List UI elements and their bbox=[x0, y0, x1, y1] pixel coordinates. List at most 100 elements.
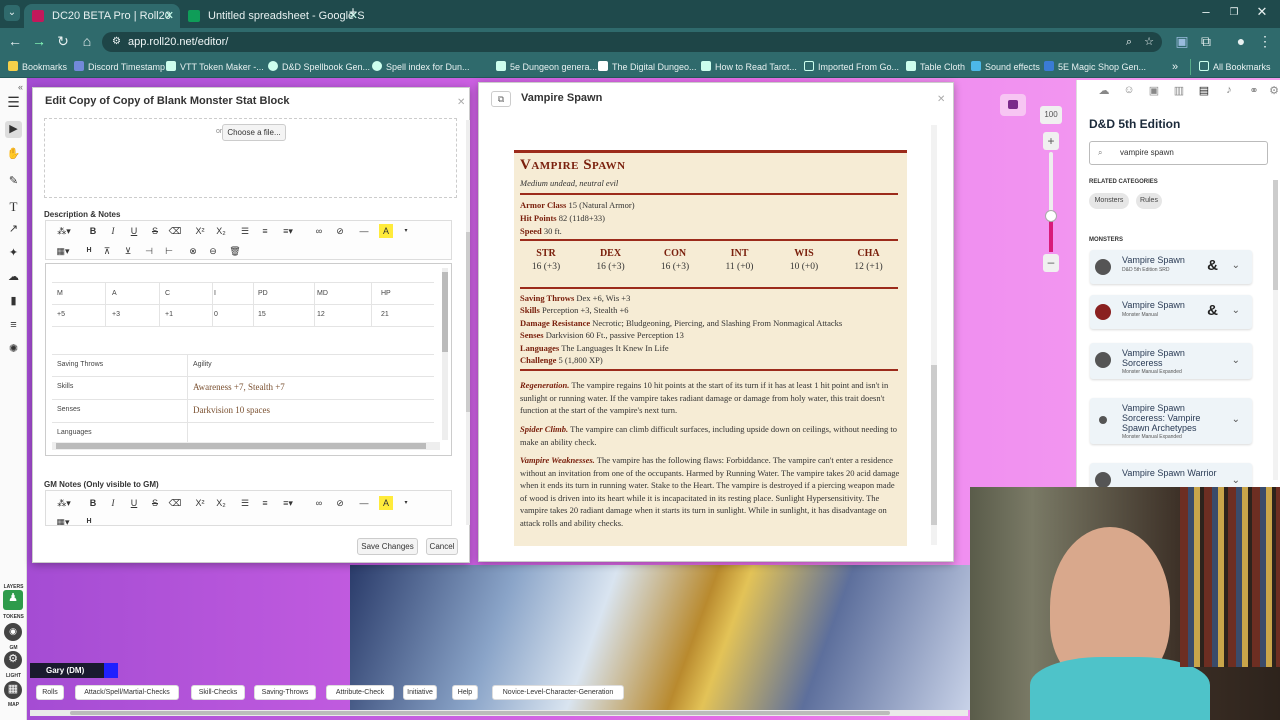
link-icon[interactable]: ∞ bbox=[312, 496, 326, 510]
macro-button[interactable]: Help bbox=[452, 685, 478, 700]
highlight-color-icon[interactable]: A bbox=[379, 224, 393, 238]
bookmark-table-cloth[interactable]: Table Cloth bbox=[906, 59, 965, 75]
bookmarks-overflow-icon[interactable]: » bbox=[1172, 59, 1178, 75]
quick-tool-bubble[interactable] bbox=[1000, 94, 1026, 116]
editor-vertical-scrollbar[interactable] bbox=[442, 268, 448, 440]
numbered-list-icon[interactable]: ≡ bbox=[258, 496, 272, 510]
delete-col-icon[interactable]: ⊗ bbox=[186, 244, 200, 258]
bookmark-all[interactable]: All Bookmarks bbox=[1190, 59, 1271, 75]
magic-wand-icon[interactable]: ⁂▾ bbox=[54, 496, 74, 510]
align-dropdown-icon[interactable]: ≡▾ bbox=[278, 224, 298, 238]
jukebox-icon[interactable]: ♪ bbox=[1222, 84, 1236, 98]
torch-icon[interactable]: ▮ bbox=[5, 293, 22, 310]
monster-card[interactable]: Vampire Spawn Monster Manual & ⌄ bbox=[1090, 295, 1252, 329]
zoom-in-button[interactable]: + bbox=[1043, 132, 1059, 150]
extension-icon[interactable]: ▣ bbox=[1173, 33, 1191, 50]
player-color-swatch[interactable] bbox=[104, 663, 118, 678]
zoom-slider-handle[interactable] bbox=[1045, 210, 1057, 222]
menu-kebab-icon[interactable]: ⋮ bbox=[1256, 33, 1274, 50]
pan-hand-icon[interactable]: ✋ bbox=[5, 146, 22, 163]
character-icon[interactable]: ☺ bbox=[1122, 84, 1136, 98]
underline-button[interactable]: U bbox=[127, 224, 141, 238]
subscript-button[interactable]: X₂ bbox=[214, 224, 228, 238]
bold-button[interactable]: B bbox=[86, 496, 100, 510]
chevron-down-icon[interactable]: ⌄ bbox=[1232, 475, 1240, 486]
fx-icon[interactable]: ✦ bbox=[5, 245, 22, 262]
align-dropdown-icon[interactable]: ≡▾ bbox=[278, 496, 298, 510]
table-icon[interactable]: ▦▾ bbox=[54, 515, 72, 525]
bookmark-spellbook-gen[interactable]: D&D Spellbook Gen... bbox=[268, 59, 370, 75]
bookmark-digital-dungeon[interactable]: The Digital Dungeo... bbox=[598, 59, 697, 75]
chevron-down-icon[interactable]: ⌄ bbox=[1232, 355, 1240, 366]
category-pill-monsters[interactable]: Monsters bbox=[1089, 193, 1129, 209]
delete-row-icon[interactable]: ⊖ bbox=[206, 244, 220, 258]
heading-icon[interactable]: H bbox=[82, 515, 96, 525]
bookmark-sound-effects[interactable]: Sound effects bbox=[971, 59, 1040, 75]
tab-roll20[interactable]: DC20 BETA Pro | Roll20 ✕ bbox=[24, 4, 180, 28]
chevron-down-icon[interactable]: ⌄ bbox=[1232, 305, 1240, 316]
bookmark-tarot[interactable]: How to Read Tarot... bbox=[701, 59, 797, 75]
compendium-icon[interactable]: ▤ bbox=[1197, 84, 1211, 98]
reload-icon[interactable]: ↻ bbox=[54, 33, 72, 50]
numbered-list-icon[interactable]: ≡ bbox=[258, 224, 272, 238]
zoom-out-button[interactable]: – bbox=[1043, 254, 1059, 272]
address-bar[interactable]: ⚙ app.roll20.net/editor/ ⌕ ☆ bbox=[102, 32, 1162, 52]
color-dropdown-icon[interactable]: ▾ bbox=[399, 224, 413, 238]
ruler-icon[interactable]: ↗ bbox=[5, 221, 22, 238]
zoom-slider-track[interactable] bbox=[1049, 152, 1053, 252]
italic-button[interactable]: I bbox=[106, 224, 120, 238]
strikethrough-button[interactable]: S bbox=[148, 224, 162, 238]
macro-button[interactable]: Attack/Spell/Martial-Checks bbox=[75, 685, 179, 700]
collapse-toolbar-icon[interactable]: « bbox=[18, 82, 23, 92]
color-dropdown-icon[interactable]: ▾ bbox=[399, 496, 413, 510]
superscript-button[interactable]: X² bbox=[193, 496, 207, 510]
monster-card[interactable]: Vampire Spawn Sorceress: Vampire Spawn A… bbox=[1090, 398, 1252, 444]
new-tab-button[interactable]: + bbox=[343, 4, 363, 21]
bookmark-folder-imported[interactable]: Imported From Go... bbox=[804, 59, 899, 75]
magic-wand-icon[interactable]: ⁂▾ bbox=[54, 224, 74, 238]
dice-icon[interactable]: ✺ bbox=[5, 341, 22, 358]
zoom-level[interactable]: 100 bbox=[1040, 106, 1062, 124]
forward-icon[interactable]: → bbox=[30, 33, 48, 49]
close-handout-icon[interactable]: ✕ bbox=[937, 94, 945, 105]
bookmark-dungeon-gen[interactable]: 5e Dungeon genera... bbox=[496, 59, 597, 75]
text-tool-icon[interactable]: T bbox=[5, 198, 22, 215]
bold-button[interactable]: B bbox=[86, 224, 100, 238]
macro-button[interactable]: Initiative bbox=[403, 685, 437, 700]
canvas-horizontal-scrollbar[interactable] bbox=[30, 710, 968, 716]
bookmark-vtt-token-maker[interactable]: VTT Token Maker -... bbox=[166, 59, 264, 75]
profile-avatar[interactable]: ● bbox=[1232, 33, 1250, 49]
superscript-button[interactable]: X² bbox=[193, 224, 207, 238]
delete-table-icon[interactable]: 🗑 bbox=[228, 244, 242, 258]
maximize-button[interactable]: ❐ bbox=[1224, 7, 1244, 18]
chevron-down-icon[interactable]: ⌄ bbox=[1232, 260, 1240, 271]
description-editor[interactable]: M A C I PD MD HP +5 +3 +1 0 15 12 21 Sav… bbox=[45, 263, 452, 456]
subscript-button[interactable]: X₂ bbox=[214, 496, 228, 510]
unlink-icon[interactable]: ⊘ bbox=[333, 224, 347, 238]
save-changes-button[interactable]: Save Changes bbox=[357, 538, 418, 555]
extensions-puzzle-icon[interactable]: ⧉ bbox=[1197, 33, 1215, 50]
lighting-layer-icon[interactable]: ⚙ bbox=[4, 651, 22, 669]
close-tab-icon[interactable]: ✕ bbox=[165, 4, 174, 28]
collection-icon[interactable]: ⚭ bbox=[1247, 84, 1261, 98]
compendium-scrollbar[interactable] bbox=[1273, 180, 1278, 480]
bookmark-magic-shop[interactable]: 5E Magic Shop Gen... bbox=[1044, 59, 1146, 75]
editor-horizontal-scrollbar[interactable] bbox=[52, 442, 440, 450]
handout-scrollbar[interactable] bbox=[931, 125, 937, 545]
gm-layer-icon[interactable]: ◉ bbox=[4, 623, 22, 641]
underline-button[interactable]: U bbox=[127, 496, 141, 510]
macro-button[interactable]: Attribute-Check bbox=[326, 685, 394, 700]
site-info-icon[interactable]: ⚙ bbox=[112, 32, 121, 52]
compendium-search-input[interactable]: ⌕ vampire spawn bbox=[1089, 141, 1268, 165]
chat-icon[interactable]: ☁ bbox=[1097, 84, 1111, 98]
home-icon[interactable]: ⌂ bbox=[78, 33, 96, 49]
notes-icon[interactable]: ≡ bbox=[5, 317, 22, 334]
bookmark-star-icon[interactable]: ☆ bbox=[1144, 32, 1154, 52]
tokens-layer-icon[interactable]: ♟ bbox=[3, 590, 23, 610]
insert-row-above-icon[interactable]: ⊼ bbox=[100, 244, 114, 258]
bookmark-discord-timestamp[interactable]: Discord Timestamp bbox=[74, 59, 165, 75]
bullet-list-icon[interactable]: ☰ bbox=[238, 224, 252, 238]
monster-card[interactable]: Vampire Spawn Warrior ⌄ bbox=[1090, 463, 1252, 490]
minimize-button[interactable]: – bbox=[1196, 4, 1216, 19]
italic-button[interactable]: I bbox=[106, 496, 120, 510]
